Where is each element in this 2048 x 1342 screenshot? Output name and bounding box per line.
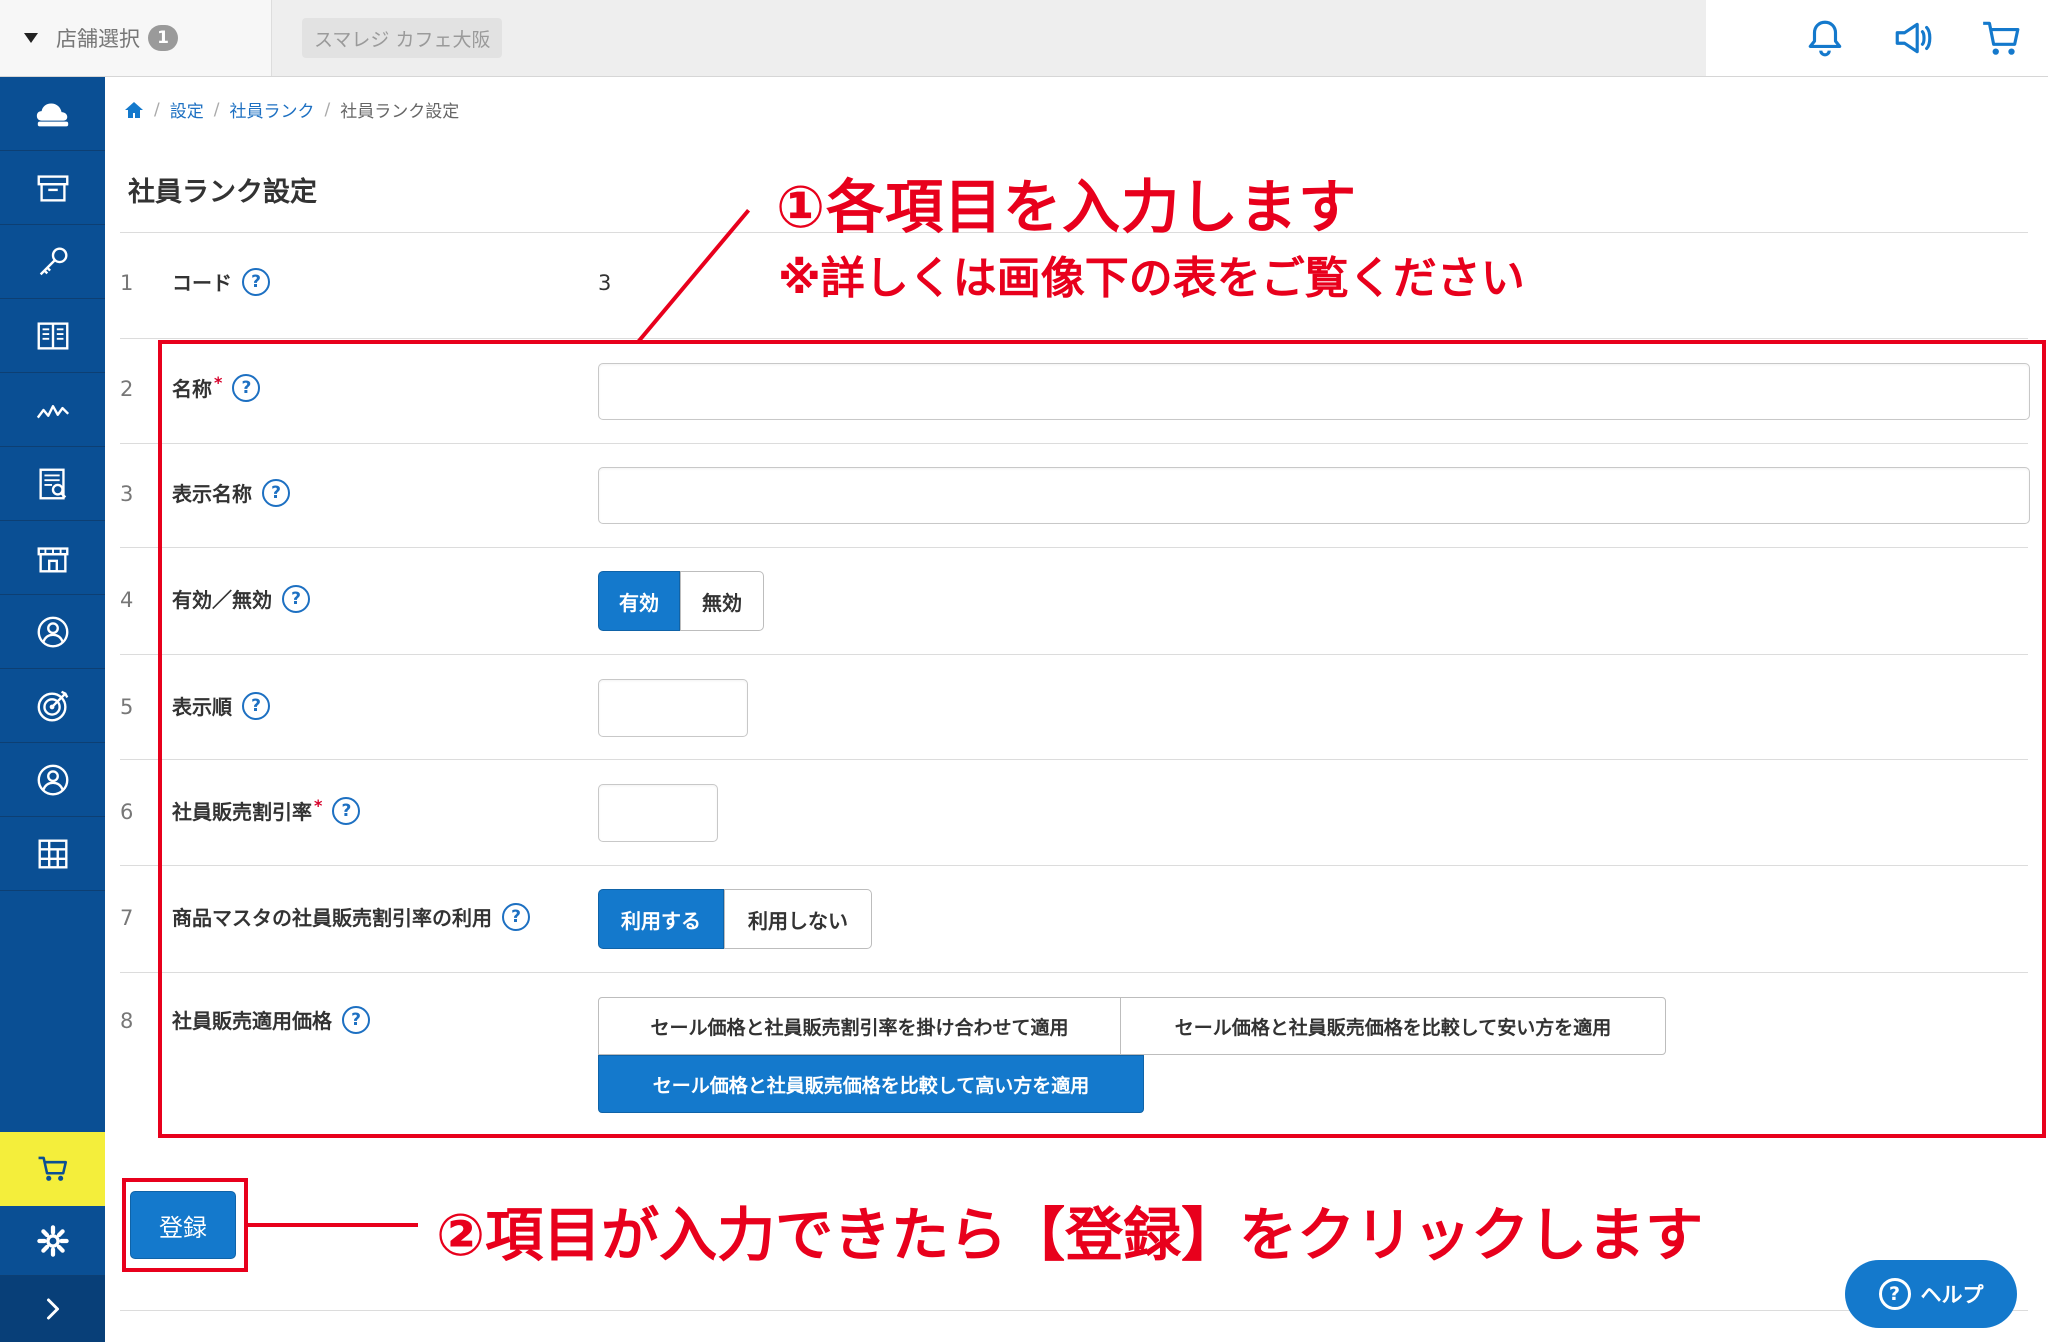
sidebar-item-reports[interactable] xyxy=(0,447,105,521)
row-number: 8 xyxy=(120,1009,134,1033)
question-icon: ? xyxy=(1878,1278,1911,1310)
chevron-right-icon xyxy=(46,1298,59,1320)
cart-icon xyxy=(38,1156,67,1181)
grid-icon xyxy=(38,839,67,868)
staff-circle-icon xyxy=(37,764,68,795)
row-number: 2 xyxy=(120,377,134,401)
sidebar-expand-button[interactable] xyxy=(0,1276,105,1342)
row-number: 1 xyxy=(120,271,134,295)
annotation-title: ①各項目を入力します xyxy=(776,173,1358,241)
top-icons xyxy=(1706,0,2048,76)
annotation-submit-line xyxy=(248,1223,418,1227)
code-label: コード ? xyxy=(172,267,270,296)
annotation-submit-note: ②項目が入力できたら【登録】をクリックします xyxy=(436,1201,1704,1269)
help-button-label: ヘルプ xyxy=(1920,1283,1984,1307)
top-bar: 店舗選択 1 スマレジ カフェ大阪 xyxy=(0,0,2048,77)
breadcrumb: / 設定 / 社員ランク / 社員ランク設定 xyxy=(124,97,459,122)
cloud-icon xyxy=(36,103,68,126)
sidebar-item-settings[interactable] xyxy=(0,1206,105,1276)
sidebar-item-customers[interactable] xyxy=(0,595,105,669)
row-number: 6 xyxy=(120,800,134,824)
sidebar-item-target[interactable] xyxy=(0,669,105,743)
sidebar-item-products[interactable] xyxy=(0,151,105,225)
bell-icon[interactable] xyxy=(1804,17,1846,59)
sidebar-item-analytics[interactable] xyxy=(0,373,105,447)
home-icon[interactable] xyxy=(124,100,144,120)
breadcrumb-separator: / xyxy=(324,99,331,120)
breadcrumb-settings[interactable]: 設定 xyxy=(170,97,204,122)
sidebar-item-staff[interactable] xyxy=(0,743,105,817)
annotation-subtitle: ※詳しくは画像下の表をご覧ください xyxy=(778,253,1525,304)
report-search-icon xyxy=(38,468,66,499)
user-circle-icon xyxy=(37,616,68,647)
code-value: 3 xyxy=(598,271,612,295)
caret-down-icon xyxy=(24,33,38,43)
sidebar-item-store[interactable] xyxy=(0,521,105,595)
box-icon xyxy=(37,174,68,202)
sidebar-item-book[interactable] xyxy=(0,299,105,373)
sidebar xyxy=(0,77,105,1342)
row-number: 5 xyxy=(120,695,134,719)
chart-line-icon xyxy=(36,404,69,418)
store-select[interactable]: 店舗選択 1 xyxy=(0,0,272,76)
footer-divider xyxy=(120,1310,2028,1311)
store-name: スマレジ カフェ大阪 xyxy=(302,18,503,58)
page-title: 社員ランク設定 xyxy=(128,177,317,208)
target-icon xyxy=(37,690,68,721)
breadcrumb-separator: / xyxy=(213,99,220,120)
breadcrumb-separator: / xyxy=(154,99,160,120)
sidebar-item-apps[interactable] xyxy=(0,817,105,891)
sidebar-item-keys[interactable] xyxy=(0,225,105,299)
breadcrumb-staff-rank[interactable]: 社員ランク xyxy=(229,97,314,122)
key-icon xyxy=(39,247,67,275)
book-icon xyxy=(37,321,68,350)
store-icon xyxy=(37,546,68,572)
megaphone-icon[interactable] xyxy=(1892,17,1934,59)
cart-icon[interactable] xyxy=(1980,17,2022,59)
help-button[interactable]: ? ヘルプ xyxy=(1845,1260,2017,1328)
help-icon[interactable]: ? xyxy=(242,267,270,296)
gear-icon xyxy=(36,1224,69,1257)
sidebar-item-home[interactable] xyxy=(0,77,105,151)
annotation-form-box xyxy=(158,340,2046,1138)
breadcrumb-current: 社員ランク設定 xyxy=(340,102,460,122)
row-number: 4 xyxy=(120,588,134,612)
annotation-submit-box xyxy=(122,1178,248,1272)
row-number: 7 xyxy=(120,906,134,930)
sidebar-item-register[interactable] xyxy=(0,1132,105,1206)
store-select-label: 店舗選択 xyxy=(56,27,140,51)
row-number: 3 xyxy=(120,482,134,506)
store-count-badge: 1 xyxy=(148,25,178,51)
code-label-text: コード xyxy=(172,271,232,295)
